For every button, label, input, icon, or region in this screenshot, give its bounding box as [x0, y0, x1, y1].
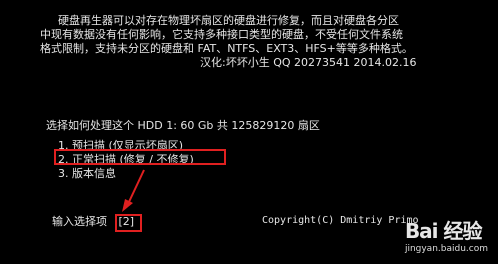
red-arrow-icon: [122, 169, 145, 212]
intro-line-2: 中现有数据没有任何影响，它支持多种接口类型的硬盘，不受任何文件系统: [40, 28, 403, 41]
dos-screen: 硬盘再生器可以对存在物理坏扇区的硬盘进行修复，而且对硬盘各分区 中现有数据没有任…: [0, 0, 498, 264]
intro-line-1: 硬盘再生器可以对存在物理坏扇区的硬盘进行修复，而且对硬盘各分区: [58, 14, 399, 27]
watermark-url: jingyan.baidu.com: [404, 244, 488, 254]
intro-line-3: 格式限制，支持未分区的硬盘和 FAT、NTFS、EXT3、HFS+等等多种格式。: [40, 42, 413, 55]
copyright-text: Copyright(C) Dmitriy Primo: [262, 215, 419, 226]
option-highlight-box: [54, 149, 226, 165]
input-label: 输入选择项: [52, 215, 107, 228]
input-row: 输入选择项 [2]: [52, 213, 143, 232]
disk-prompt: 选择如何处理这个 HDD 1: 60 Gb 共 125829120 扇区: [46, 119, 320, 132]
baidu-watermark: Bai 经验 jingyan.baidu.com: [405, 215, 488, 254]
selection-value: [2]: [118, 215, 135, 228]
selection-input[interactable]: [2]: [114, 214, 143, 232]
translator-credit: 汉化:坏坏小生 QQ 20273541 2014.02.16: [200, 56, 417, 69]
baidu-logo-icon: Bai 经验: [404, 219, 483, 243]
